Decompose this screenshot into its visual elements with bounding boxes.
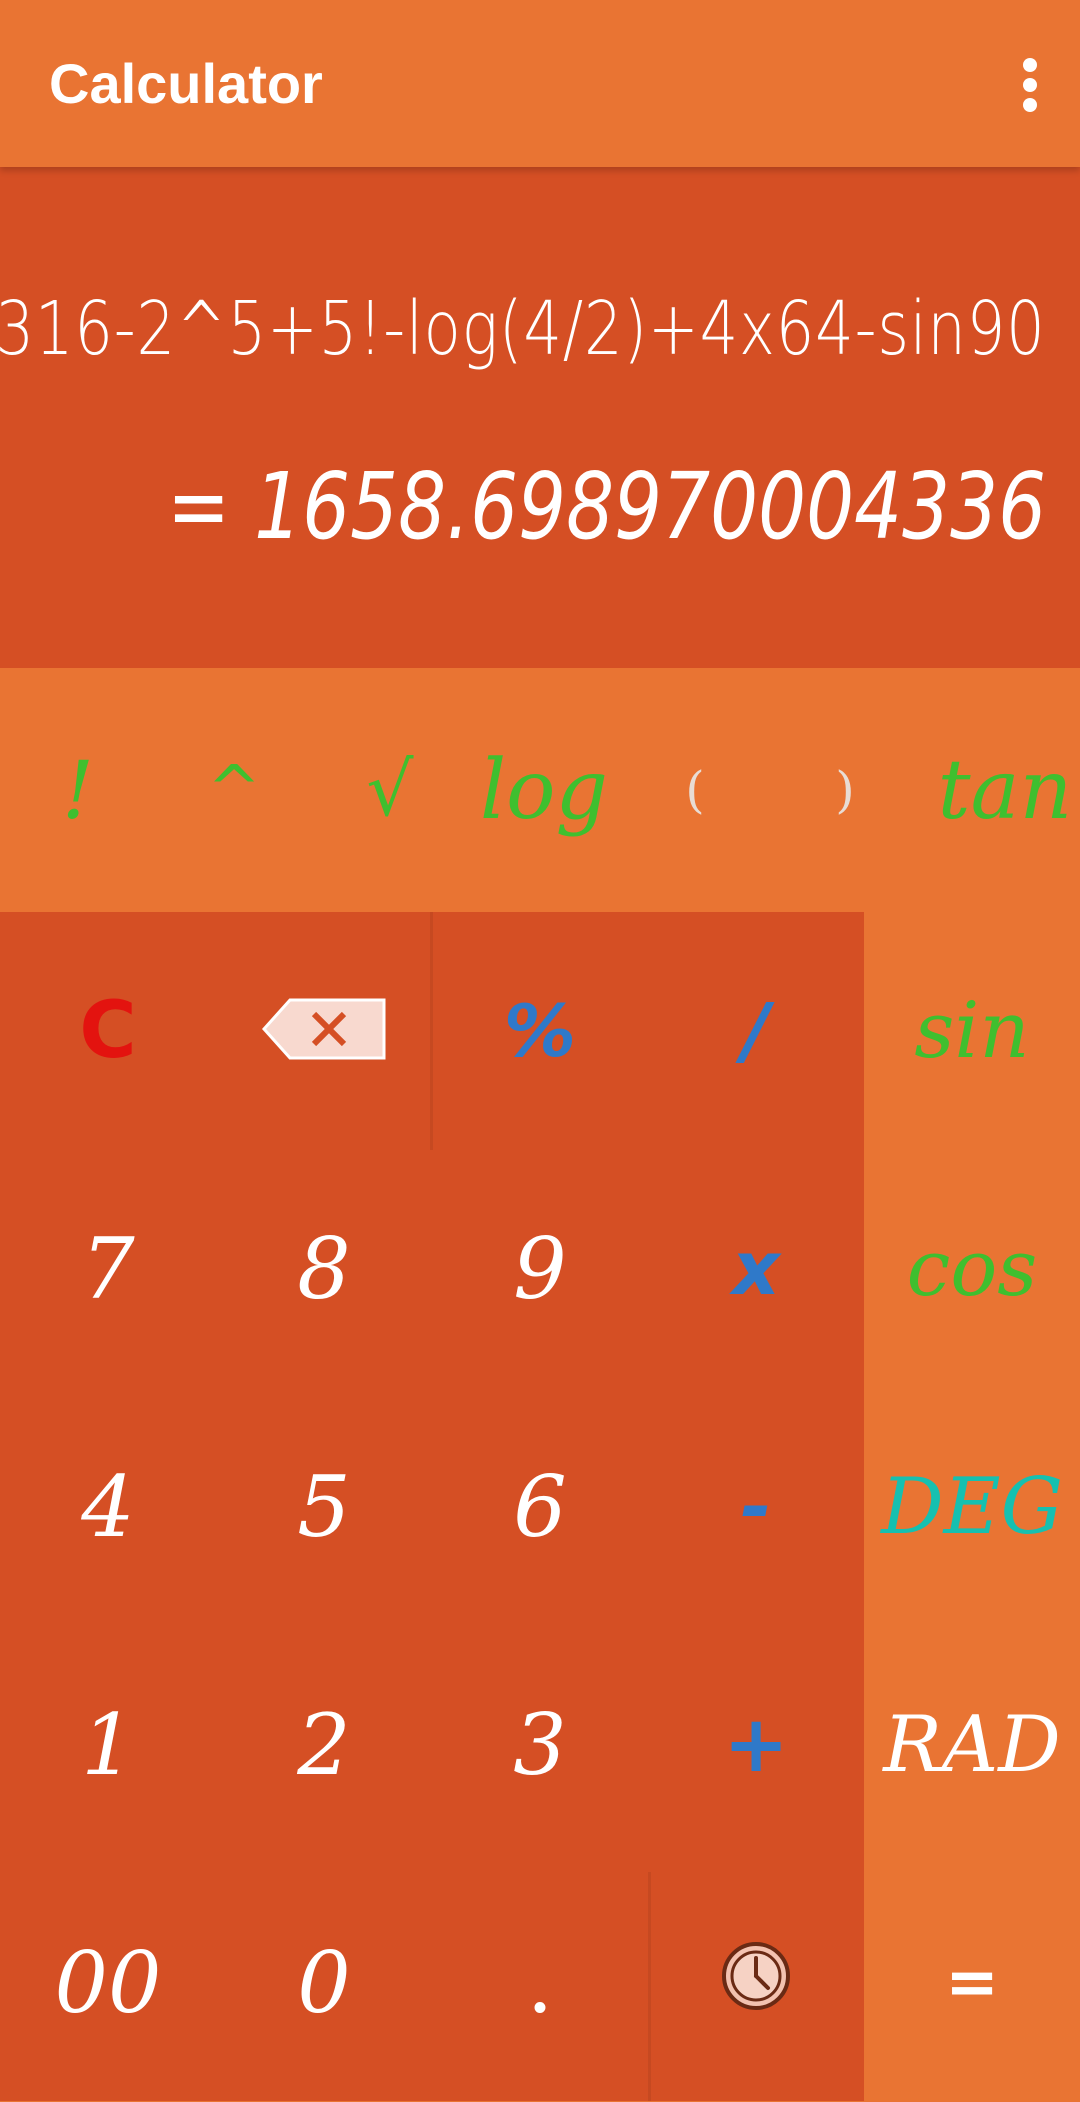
history-clock-icon <box>720 1934 792 2032</box>
factorial-button[interactable]: ! <box>20 668 136 912</box>
scientific-row: ! ^ √ log ( ) tan <box>0 668 1080 912</box>
digit-7-button[interactable]: 7 <box>0 1150 216 1388</box>
backspace-button[interactable] <box>216 912 432 1150</box>
expression-text[interactable]: 316-2^5+5!-log(4/2)+4x64-sin90 <box>0 284 1046 374</box>
keypad: C % / 7 8 9 x 4 5 6 - 1 2 3 + 00 0 . <box>0 912 864 2101</box>
rad-button[interactable]: RAD <box>864 1626 1080 1864</box>
digit-1-button[interactable]: 1 <box>0 1626 216 1864</box>
percent-button[interactable]: % <box>432 912 648 1150</box>
sin-button[interactable]: sin <box>864 912 1080 1150</box>
menu-dot <box>1023 78 1037 92</box>
log-button[interactable]: log <box>474 668 614 912</box>
digit-0-button[interactable]: 0 <box>216 1864 432 2102</box>
close-paren-button[interactable]: ) <box>790 668 900 912</box>
result-text: = 1658.698970004336 <box>166 453 1046 560</box>
digit-4-button[interactable]: 4 <box>0 1388 216 1626</box>
app-bar: Calculator <box>0 0 1080 167</box>
digit-8-button[interactable]: 8 <box>216 1150 432 1388</box>
digit-3-button[interactable]: 3 <box>432 1626 648 1864</box>
power-button[interactable]: ^ <box>176 668 292 912</box>
divide-button[interactable]: / <box>648 912 864 1150</box>
double-zero-button[interactable]: 00 <box>0 1864 216 2102</box>
minus-button[interactable]: - <box>648 1388 864 1626</box>
sqrt-button[interactable]: √ <box>332 668 448 912</box>
open-paren-button[interactable]: ( <box>640 668 750 912</box>
more-vertical-icon[interactable] <box>1008 52 1052 118</box>
digit-2-button[interactable]: 2 <box>216 1626 432 1864</box>
clear-button[interactable]: C <box>0 912 216 1150</box>
decimal-button[interactable]: . <box>432 1864 648 2102</box>
equals-button[interactable]: = <box>864 1864 1080 2102</box>
digit-5-button[interactable]: 5 <box>216 1388 432 1626</box>
tan-button[interactable]: tan <box>930 668 1080 912</box>
menu-dot <box>1023 98 1037 112</box>
digit-6-button[interactable]: 6 <box>432 1388 648 1626</box>
side-panel: sin cos DEG RAD = <box>864 912 1080 2101</box>
multiply-button[interactable]: x <box>648 1150 864 1388</box>
cos-button[interactable]: cos <box>864 1150 1080 1388</box>
plus-button[interactable]: + <box>648 1626 864 1864</box>
calculator-display: 316-2^5+5!-log(4/2)+4x64-sin90 = 1658.69… <box>0 167 1080 668</box>
deg-button[interactable]: DEG <box>864 1388 1080 1626</box>
history-button[interactable] <box>648 1864 864 2102</box>
digit-9-button[interactable]: 9 <box>432 1150 648 1388</box>
backspace-icon <box>261 982 386 1080</box>
app-title: Calculator <box>49 52 323 115</box>
menu-dot <box>1023 58 1037 72</box>
